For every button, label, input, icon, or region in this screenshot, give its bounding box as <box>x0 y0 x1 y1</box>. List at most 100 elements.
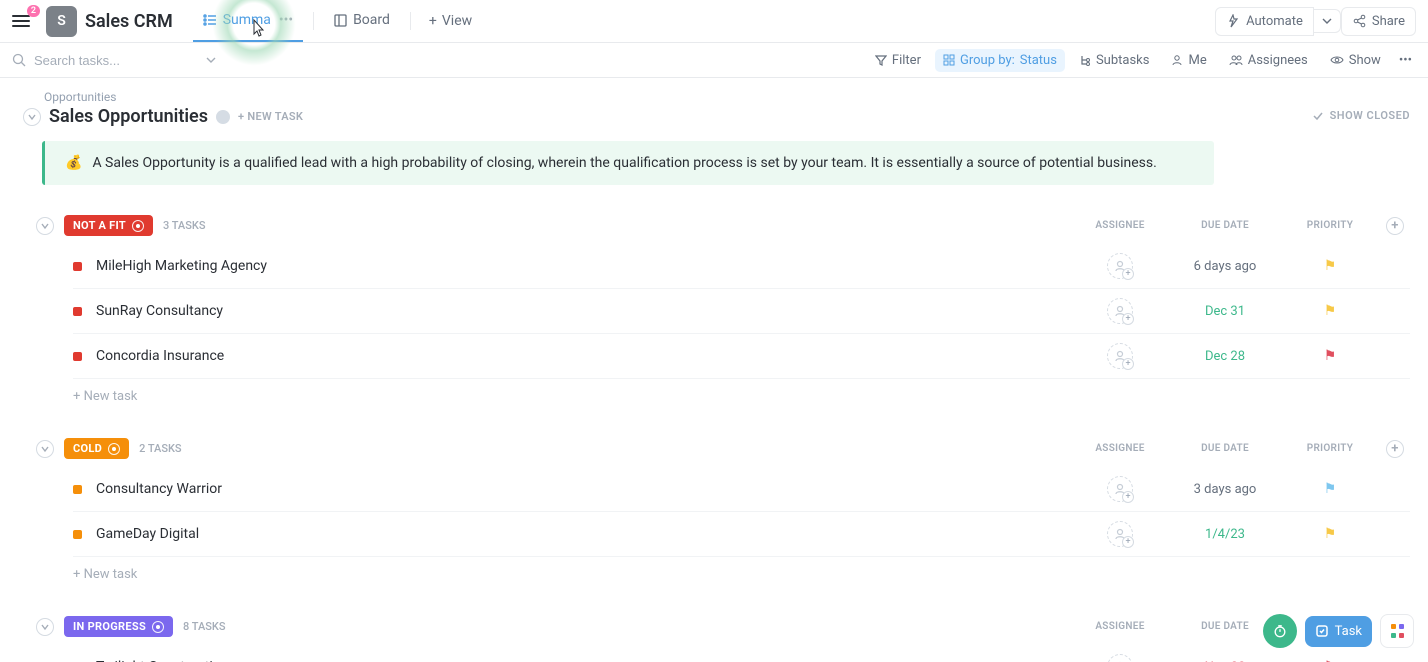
new-task-row-button[interactable]: + New task <box>18 379 1410 404</box>
collapse-group-button[interactable] <box>36 217 54 235</box>
plus-icon: + <box>1122 268 1134 280</box>
notifications-badge: 2 <box>27 5 40 17</box>
task-name[interactable]: GameDay Digital <box>96 526 199 542</box>
due-date-cell[interactable]: 3 days ago <box>1170 482 1280 497</box>
new-task-row-button[interactable]: + New task <box>18 557 1410 582</box>
new-task-button-header[interactable]: + NEW TASK <box>238 110 303 123</box>
column-header-assignee[interactable]: ASSIGNEE <box>1070 220 1170 231</box>
more-options-button[interactable]: ••• <box>1395 49 1416 72</box>
collapse-list-button[interactable] <box>23 108 41 126</box>
assignee-add-button[interactable]: + <box>1107 521 1133 547</box>
view-tab-label: Summa <box>223 12 271 28</box>
column-header-due-date[interactable]: DUE DATE <box>1170 443 1280 454</box>
task-row[interactable]: GameDay Digital + 1/4/23 ⚑ <box>73 512 1410 557</box>
task-status-dot[interactable] <box>73 485 82 494</box>
task-status-dot[interactable] <box>73 530 82 539</box>
new-task-floating-button[interactable]: Task <box>1305 616 1372 647</box>
task-row[interactable]: MileHigh Marketing Agency + 6 days ago ⚑ <box>73 244 1410 289</box>
assignee-add-button[interactable]: + <box>1107 654 1133 662</box>
plus-icon: + <box>1122 536 1134 548</box>
task-name[interactable]: Concordia Insurance <box>96 348 224 364</box>
due-date-cell[interactable]: Dec 28 <box>1170 349 1280 364</box>
task-status-dot[interactable] <box>73 262 82 271</box>
priority-flag-icon: ⚑ <box>1324 481 1337 497</box>
status-group: COLD 2 TASKS ASSIGNEE DUE DATE PRIORITY … <box>18 438 1410 582</box>
workspace-title[interactable]: Sales CRM <box>85 11 173 32</box>
apps-button[interactable] <box>1380 614 1414 648</box>
assignees-button[interactable]: Assignees <box>1221 49 1316 72</box>
priority-cell[interactable]: ⚑ <box>1280 348 1380 364</box>
column-header-priority[interactable]: PRIORITY <box>1280 220 1380 231</box>
me-button[interactable]: Me <box>1163 49 1214 72</box>
collapse-group-button[interactable] <box>36 618 54 636</box>
group-by-button[interactable]: Group by: Status <box>935 49 1065 72</box>
view-tab-board[interactable]: Board <box>324 0 400 42</box>
due-date-cell[interactable]: 6 days ago <box>1170 259 1280 274</box>
collapse-group-button[interactable] <box>36 440 54 458</box>
task-row[interactable]: SunRay Consultancy + Dec 31 ⚑ <box>73 289 1410 334</box>
list-description-text: A Sales Opportunity is a qualified lead … <box>92 155 1156 171</box>
status-pill[interactable]: IN PROGRESS <box>64 616 173 637</box>
assignee-add-button[interactable]: + <box>1107 343 1133 369</box>
list-description[interactable]: 💰 A Sales Opportunity is a qualified lea… <box>42 141 1214 185</box>
new-task-floating-label: Task <box>1335 624 1362 639</box>
chevron-down-icon <box>41 445 49 453</box>
group-icon <box>943 54 955 66</box>
task-row[interactable]: Twilight Construction + Nov 30 ⚑ <box>73 645 1410 662</box>
task-icon <box>1315 624 1329 638</box>
show-button[interactable]: Show <box>1322 49 1389 72</box>
task-name[interactable]: SunRay Consultancy <box>96 303 223 319</box>
add-column-button[interactable]: + <box>1386 217 1404 235</box>
plus-icon: + <box>429 13 437 29</box>
me-label: Me <box>1188 53 1206 68</box>
column-header-priority[interactable]: PRIORITY <box>1280 443 1380 454</box>
show-closed-button[interactable]: SHOW CLOSED <box>1312 109 1410 122</box>
status-pill[interactable]: NOT A FIT <box>64 215 153 236</box>
filter-button[interactable]: Filter <box>867 49 929 72</box>
assignee-add-button[interactable]: + <box>1107 298 1133 324</box>
priority-cell[interactable]: ⚑ <box>1280 526 1380 542</box>
view-tab-options-icon[interactable]: ••• <box>279 12 293 28</box>
priority-cell[interactable]: ⚑ <box>1280 481 1380 497</box>
add-column-button[interactable]: + <box>1386 440 1404 458</box>
main-menu-button[interactable]: 2 <box>12 11 32 31</box>
add-view-button[interactable]: + View <box>421 13 480 29</box>
task-status-dot[interactable] <box>73 307 82 316</box>
list-info-icon[interactable] <box>216 110 230 124</box>
priority-flag-icon: ⚑ <box>1324 303 1337 319</box>
column-header-assignee[interactable]: ASSIGNEE <box>1070 621 1170 632</box>
task-status-dot[interactable] <box>73 352 82 361</box>
due-date-cell[interactable]: Dec 31 <box>1170 304 1280 319</box>
column-header-due-date[interactable]: DUE DATE <box>1170 220 1280 231</box>
assignees-label: Assignees <box>1248 53 1308 68</box>
automate-button[interactable]: Automate <box>1215 7 1314 36</box>
task-row[interactable]: Concordia Insurance + Dec 28 ⚑ <box>73 334 1410 379</box>
task-count: 2 TASKS <box>139 442 182 455</box>
chevron-down-icon <box>41 623 49 631</box>
stopwatch-icon <box>1273 623 1287 639</box>
status-pill[interactable]: COLD <box>64 438 129 459</box>
check-icon <box>1312 110 1324 122</box>
automate-dropdown[interactable] <box>1314 9 1341 33</box>
view-tab-summary[interactable]: Summa ••• <box>193 0 303 42</box>
breadcrumb[interactable]: Opportunities <box>44 90 1410 104</box>
workspace-avatar[interactable]: S <box>46 6 77 37</box>
task-row[interactable]: Consultancy Warrior + 3 days ago ⚑ <box>73 467 1410 512</box>
search-options-dropdown[interactable] <box>206 55 216 65</box>
priority-cell[interactable]: ⚑ <box>1280 258 1380 274</box>
column-header-assignee[interactable]: ASSIGNEE <box>1070 443 1170 454</box>
timer-button[interactable] <box>1263 614 1297 648</box>
due-date-cell[interactable]: 1/4/23 <box>1170 527 1280 542</box>
priority-cell[interactable]: ⚑ <box>1280 303 1380 319</box>
task-name[interactable]: Consultancy Warrior <box>96 481 222 497</box>
assignee-add-button[interactable]: + <box>1107 253 1133 279</box>
list-icon <box>203 13 217 27</box>
share-button[interactable]: Share <box>1341 7 1416 36</box>
status-group: NOT A FIT 3 TASKS ASSIGNEE DUE DATE PRIO… <box>18 215 1410 404</box>
task-name[interactable]: MileHigh Marketing Agency <box>96 258 267 274</box>
list-title[interactable]: Sales Opportunities <box>49 106 208 127</box>
subtasks-button[interactable]: Subtasks <box>1071 49 1158 72</box>
assignee-add-button[interactable]: + <box>1107 476 1133 502</box>
show-closed-label: SHOW CLOSED <box>1330 109 1410 122</box>
search-input[interactable] <box>34 53 194 68</box>
